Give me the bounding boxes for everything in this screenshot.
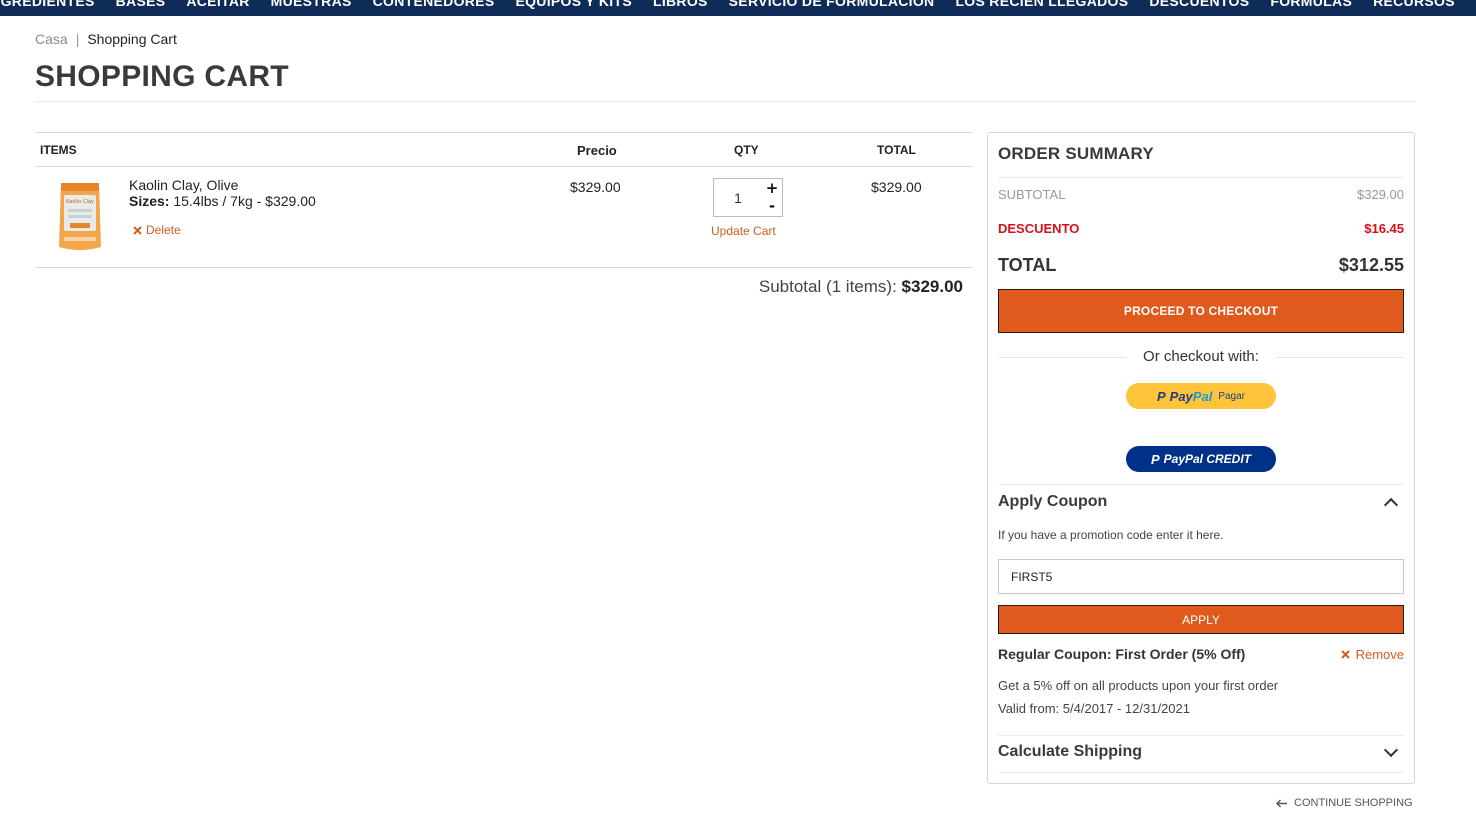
delete-item-link[interactable]: Delete — [133, 223, 181, 237]
nav-item[interactable]: DESCUENTOS — [1149, 0, 1249, 9]
paypal-pay-label: Pagar — [1218, 390, 1245, 402]
header-qty: QTY — [734, 143, 759, 157]
cart-table: ITEMS Precio QTY TOTAL Kaolin Clay Kaoli… — [35, 132, 973, 296]
quantity-decrease-button[interactable]: - — [762, 197, 782, 216]
cart-subtotal: Subtotal (1 items): $329.00 — [759, 277, 963, 297]
chevron-down-icon — [1383, 742, 1399, 758]
cart-table-header: ITEMS Precio QTY TOTAL — [35, 132, 973, 167]
nav-item[interactable]: RECURSOS — [1373, 0, 1455, 9]
item-total: $329.00 — [871, 179, 922, 195]
summary-total-value: $312.55 — [1338, 255, 1404, 275]
item-price: $329.00 — [570, 179, 621, 195]
paypal-credit-button[interactable]: P PayPal CREDIT — [1126, 446, 1276, 472]
calculate-shipping-toggle[interactable]: Calculate Shipping — [998, 742, 1404, 761]
nav-item[interactable]: ACEITAR — [186, 0, 249, 9]
cart-subtotal-value: $329.00 — [901, 277, 963, 296]
alt-checkout-divider: Or checkout with: — [998, 347, 1404, 367]
proceed-to-checkout-button[interactable]: PROCEED TO CHECKOUT — [998, 289, 1404, 333]
product-thumbnail[interactable]: Kaolin Clay — [55, 179, 105, 253]
remove-coupon-label: Remove — [1355, 646, 1404, 662]
apply-coupon-title: Apply Coupon — [998, 493, 1108, 510]
summary-subtotal-value: $329.00 — [1357, 187, 1404, 202]
arrow-left-icon — [1276, 799, 1287, 807]
apply-coupon-toggle[interactable]: Apply Coupon — [998, 493, 1404, 513]
nav-item[interactable]: SERVICIO DE FORMULACIÓN — [729, 0, 935, 9]
alt-checkout-text: Or checkout with: — [1143, 348, 1259, 365]
product-name-link[interactable]: Kaolin Clay, Olive — [129, 177, 238, 193]
order-summary: ORDER SUMMARY SUBTOTAL $329.00 DESCUENTO… — [987, 132, 1415, 784]
thumbnail-label: Kaolin Clay — [66, 199, 94, 205]
summary-total-label: TOTAL — [998, 255, 1057, 275]
paypal-icon: P — [1156, 388, 1166, 404]
applied-coupon-row: Regular Coupon: First Order (5% Off) Rem… — [998, 646, 1404, 662]
breadcrumb-current: Shopping Cart — [87, 31, 177, 47]
summary-discount-value: $16.45 — [1364, 221, 1404, 236]
close-icon — [1340, 649, 1350, 659]
nav-item[interactable]: CONTENEDORES — [373, 0, 495, 9]
summary-subtotal-label: SUBTOTAL — [998, 187, 1066, 202]
nav-item[interactable]: LIBROS — [653, 0, 708, 9]
nav-item[interactable]: MUESTRAS — [271, 0, 352, 9]
breadcrumb-home-link[interactable]: Casa — [35, 31, 68, 47]
summary-total-row: TOTAL $312.55 — [998, 255, 1404, 276]
continue-shopping-link[interactable]: CONTINUE SHOPPING — [1276, 797, 1413, 809]
size-value: 15.4lbs / 7kg - $329.00 — [173, 193, 316, 209]
breadcrumb-separator: | — [75, 31, 80, 47]
nav-item[interactable]: EQUIPOS Y KITS — [515, 0, 632, 9]
remove-coupon-link[interactable]: Remove — [1340, 646, 1404, 662]
nav-item[interactable]: BASES — [116, 0, 166, 9]
paypal-credit-icon: P — [1150, 451, 1160, 467]
coupon-divider — [998, 484, 1404, 485]
title-divider — [35, 101, 1415, 102]
calculate-shipping-title: Calculate Shipping — [998, 743, 1143, 760]
paypal-logo: PayPal — [1169, 388, 1213, 404]
coupon-description: Get a 5% off on all products upon your f… — [998, 678, 1279, 693]
summary-subtotal-row: SUBTOTAL $329.00 — [998, 187, 1404, 202]
update-cart-link[interactable]: Update Cart — [711, 224, 776, 238]
shipping-divider — [998, 735, 1404, 736]
header-price: Precio — [577, 143, 617, 158]
top-navigation: INGREDIENTES BASES ACEITAR MUESTRAS CONTENED… — [0, 0, 1476, 16]
nav-item[interactable]: INGREDIENTES — [0, 0, 95, 9]
summary-bottom-divider — [998, 772, 1404, 773]
nav-item[interactable]: LOS RECIÉN LLEGADOS — [955, 0, 1128, 9]
coupon-code-input[interactable] — [998, 559, 1404, 594]
quantity-stepper: + - — [713, 178, 783, 217]
header-total: TOTAL — [877, 143, 916, 157]
coupon-validity: Valid from: 5/4/2017 - 12/31/2021 — [998, 701, 1190, 716]
quantity-input[interactable] — [714, 179, 762, 216]
order-summary-title: ORDER SUMMARY — [998, 144, 1154, 163]
page-title: SHOPPING CART — [35, 60, 289, 93]
summary-divider — [998, 177, 1404, 178]
close-icon — [133, 225, 142, 235]
chevron-up-icon — [1383, 497, 1399, 513]
applied-coupon-name: Regular Coupon: First Order (5% Off) — [998, 646, 1246, 662]
cart-item-row: Kaolin Clay Kaolin Clay, Olive Sizes: 15… — [35, 167, 973, 268]
breadcrumb: Casa | Shopping Cart — [35, 31, 177, 47]
apply-coupon-button[interactable]: APPLY — [998, 605, 1404, 634]
continue-shopping-label: CONTINUE SHOPPING — [1294, 797, 1413, 809]
delete-label: Delete — [146, 223, 181, 237]
paypal-credit-label: PayPal CREDIT — [1163, 452, 1252, 466]
summary-discount-label: DESCUENTO — [998, 221, 1080, 236]
coupon-help-text: If you have a promotion code enter it he… — [998, 528, 1224, 542]
summary-discount-row: DESCUENTO $16.45 — [998, 221, 1404, 236]
paypal-button[interactable]: P PayPal Pagar — [1126, 383, 1276, 409]
nav-item[interactable]: FÓRMULAS — [1270, 0, 1352, 9]
header-items: ITEMS — [40, 143, 77, 157]
product-size: Sizes: 15.4lbs / 7kg - $329.00 — [129, 193, 316, 209]
nav-menu: INGREDIENTES BASES ACEITAR MUESTRAS CONTENED… — [0, 0, 1476, 9]
size-label: Sizes: — [129, 193, 170, 209]
quantity-increase-button[interactable]: + — [762, 179, 782, 198]
cart-subtotal-label: Subtotal (1 items): — [758, 277, 897, 296]
